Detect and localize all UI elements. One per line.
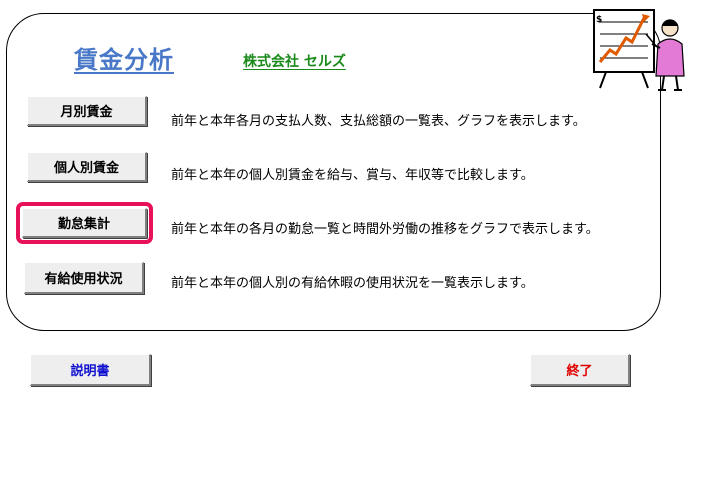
company-name: 株式会社 セルズ — [243, 54, 346, 70]
exit-button[interactable]: 終了 — [530, 354, 630, 386]
monthly-wages-description: 前年と本年各月の支払人数、支払総額の一覧表、グラフを表示します。 — [171, 114, 586, 129]
paid-leave-status-description: 前年と本年の個人別の有給休暇の使用状況を一覧表示します。 — [171, 276, 534, 291]
attendance-summary-button[interactable]: 勤怠集計 — [16, 202, 153, 244]
attendance-summary-description: 前年と本年の各月の勤怠一覧と時間外労働の推移をグラフで表示します。 — [171, 222, 599, 237]
monthly-wages-button[interactable]: 月別賃金 — [27, 96, 147, 126]
individual-wages-description: 前年と本年の個人別賃金を給与、賞与、年収等で比較します。 — [171, 168, 534, 183]
svg-text:$: $ — [596, 15, 602, 25]
page-title: 賃金分析 — [74, 46, 174, 74]
paid-leave-status-button[interactable]: 有給使用状況 — [24, 262, 144, 294]
individual-wages-button[interactable]: 個人別賃金 — [27, 152, 147, 182]
manual-button[interactable]: 説明書 — [30, 354, 151, 386]
presenter-with-chart-icon: $ — [593, 9, 685, 91]
